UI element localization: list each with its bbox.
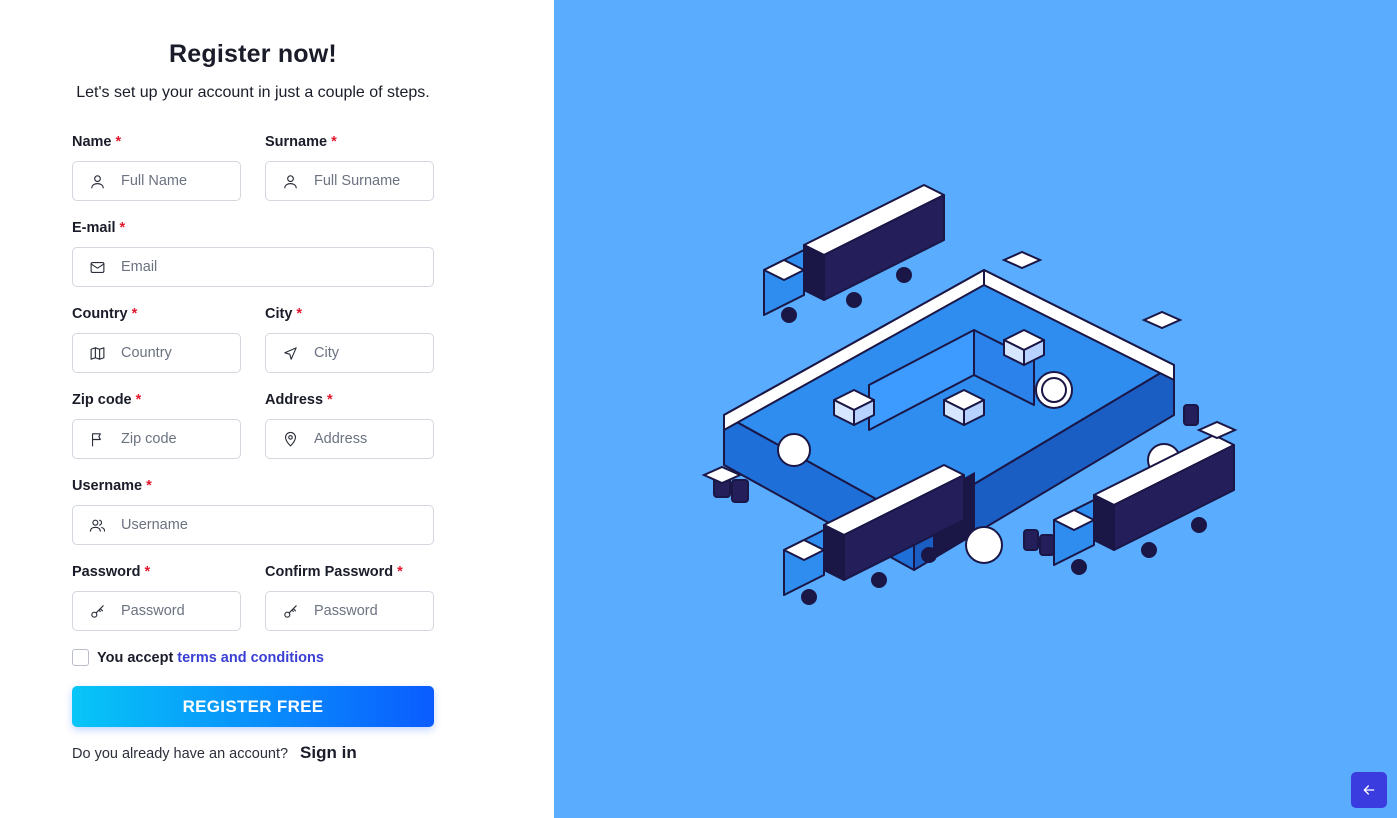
zip-field[interactable] <box>72 419 241 459</box>
map-pin-icon <box>266 420 314 458</box>
flag-icon <box>73 420 121 458</box>
signin-row: Do you already have an account? Sign in <box>72 743 357 763</box>
signin-question: Do you already have an account? <box>72 746 289 762</box>
terms-text: You accept terms and conditions <box>97 650 324 666</box>
username-label-text: Username <box>72 478 143 494</box>
terms-prefix: You accept <box>97 649 174 666</box>
address-field[interactable] <box>265 419 434 459</box>
illustration-panel <box>554 0 1397 818</box>
navigation-icon <box>266 334 314 372</box>
email-input[interactable] <box>121 259 433 275</box>
warehouse-trucks-illustration <box>701 184 1238 605</box>
required-mark: * <box>296 306 303 322</box>
users-icon <box>73 506 121 544</box>
surname-label-text: Surname <box>265 134 328 150</box>
password-field[interactable] <box>72 591 241 631</box>
required-mark: * <box>397 564 403 580</box>
terms-checkbox[interactable] <box>72 649 89 666</box>
email-field[interactable] <box>72 247 434 287</box>
user-icon <box>73 162 121 200</box>
username-label: Username * <box>72 478 152 494</box>
password-label: Password * <box>72 564 150 580</box>
city-label: City * <box>265 306 302 322</box>
surname-label: Surname * <box>265 134 337 150</box>
required-mark: * <box>331 134 337 150</box>
name-field[interactable] <box>72 161 241 201</box>
username-input[interactable] <box>121 517 433 533</box>
map-icon <box>73 334 121 372</box>
confirm-password-label: Confirm Password * <box>265 564 403 580</box>
email-label-text: E-mail <box>72 220 116 236</box>
city-label-text: City <box>265 306 293 322</box>
country-input[interactable] <box>121 345 240 361</box>
mail-icon <box>73 248 121 286</box>
arrow-left-icon <box>1363 785 1375 795</box>
user-icon <box>266 162 314 200</box>
confirm-password-field[interactable] <box>265 591 434 631</box>
register-button[interactable]: REGISTER FREE <box>72 686 434 727</box>
signin-link[interactable]: Sign in <box>300 743 357 763</box>
required-mark: * <box>146 478 152 494</box>
name-label: Name * <box>72 134 121 150</box>
required-mark: * <box>144 564 151 580</box>
register-panel: Register now! Let's set up your account … <box>0 0 554 818</box>
surname-input[interactable] <box>314 173 433 189</box>
required-mark: * <box>119 220 126 236</box>
username-field[interactable] <box>72 505 434 545</box>
confirm-password-label-text: Confirm Password <box>265 564 394 580</box>
surname-field[interactable] <box>265 161 434 201</box>
required-mark: * <box>131 306 138 322</box>
required-mark: * <box>135 392 142 408</box>
country-label: Country * <box>72 306 137 322</box>
zip-label: Zip code * <box>72 392 141 408</box>
password-label-text: Password <box>72 564 141 580</box>
name-input[interactable] <box>121 173 240 189</box>
key-icon <box>266 592 314 630</box>
back-button[interactable] <box>1351 772 1387 808</box>
terms-link[interactable]: terms and conditions <box>177 650 324 666</box>
required-mark: * <box>327 392 333 408</box>
name-label-text: Name <box>72 134 112 150</box>
country-label-text: Country <box>72 306 128 322</box>
page-subtitle: Let's set up your account in just a coup… <box>76 84 430 101</box>
address-input[interactable] <box>314 431 433 447</box>
zip-label-text: Zip code <box>72 392 132 408</box>
password-input[interactable] <box>121 603 240 619</box>
city-field[interactable] <box>265 333 434 373</box>
zip-input[interactable] <box>121 431 240 447</box>
terms-row: You accept terms and conditions <box>72 649 324 666</box>
address-label: Address * <box>265 392 333 408</box>
required-mark: * <box>115 134 122 150</box>
city-input[interactable] <box>314 345 433 361</box>
page-title: Register now! <box>169 40 337 68</box>
confirm-password-input[interactable] <box>314 603 433 619</box>
email-label: E-mail * <box>72 220 125 236</box>
key-icon <box>73 592 121 630</box>
address-label-text: Address <box>265 392 324 408</box>
country-field[interactable] <box>72 333 241 373</box>
